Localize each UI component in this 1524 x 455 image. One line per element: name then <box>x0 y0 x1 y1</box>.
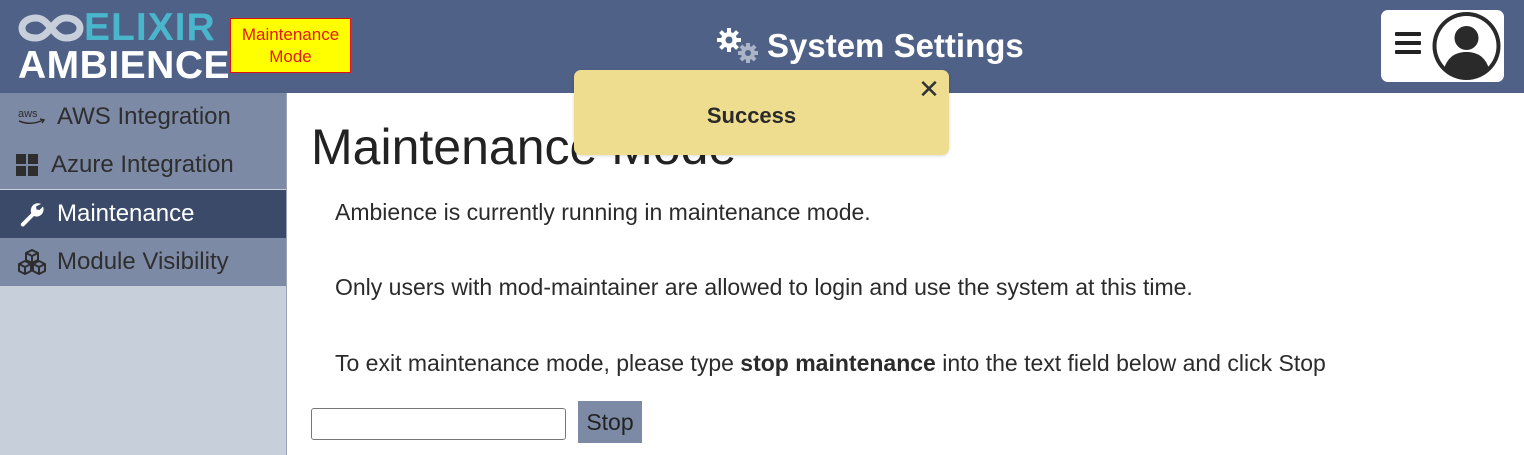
sidebar-item-module-visibility[interactable]: Module Visibility <box>0 238 286 286</box>
svg-text:aws: aws <box>18 108 38 120</box>
sidebar-item-maintenance[interactable]: Maintenance <box>0 190 286 238</box>
infinity-logo-icon <box>18 14 84 42</box>
sidebar-item-label: AWS Integration <box>57 103 231 130</box>
page-header-title: System Settings <box>716 24 1024 68</box>
maintenance-access-text: Only users with mod-maintainer are allow… <box>335 274 1193 300</box>
sidebar-item-label: Maintenance <box>57 200 195 227</box>
sidebar-item-azure-integration[interactable]: Azure Integration <box>0 141 286 189</box>
sidebar-item-aws-integration[interactable]: aws AWS Integration <box>0 93 286 141</box>
stop-phrase: stop maintenance <box>740 350 936 376</box>
gears-icon <box>717 28 758 63</box>
settings-sidebar: aws AWS Integration Azure Integration Ma… <box>0 93 286 455</box>
stop-maintenance-input[interactable] <box>311 408 566 440</box>
toast-message: Success <box>706 103 797 128</box>
user-avatar-icon[interactable] <box>1430 11 1503 81</box>
sidebar-divider <box>286 93 287 455</box>
user-menu[interactable] <box>1381 10 1504 82</box>
maintenance-exit-instructions: To exit maintenance mode, please type st… <box>335 350 1326 376</box>
maintenance-mode-badge: Maintenance Mode <box>230 18 351 73</box>
windows-icon <box>15 153 39 177</box>
elixir-ambience-logo[interactable]: ELIXIR AMBIENCE <box>18 6 230 86</box>
sidebar-item-label: Azure Integration <box>51 151 234 178</box>
wrench-icon <box>17 202 47 227</box>
header-title-text: System Settings <box>767 27 1024 64</box>
maintenance-status-text: Ambience is currently running in mainten… <box>335 199 871 225</box>
hamburger-menu-icon[interactable] <box>1395 32 1421 56</box>
close-icon[interactable]: ✕ <box>917 76 941 102</box>
sidebar-item-label: Module Visibility <box>57 248 229 275</box>
cubes-icon <box>17 249 47 275</box>
aws-icon: aws <box>17 105 47 129</box>
logo-ambience-text: AMBIENCE <box>18 44 231 87</box>
logo-elixir-text: ELIXIR <box>84 6 216 49</box>
success-toast: Success ✕ <box>574 70 949 155</box>
stop-button[interactable]: Stop <box>578 401 642 443</box>
